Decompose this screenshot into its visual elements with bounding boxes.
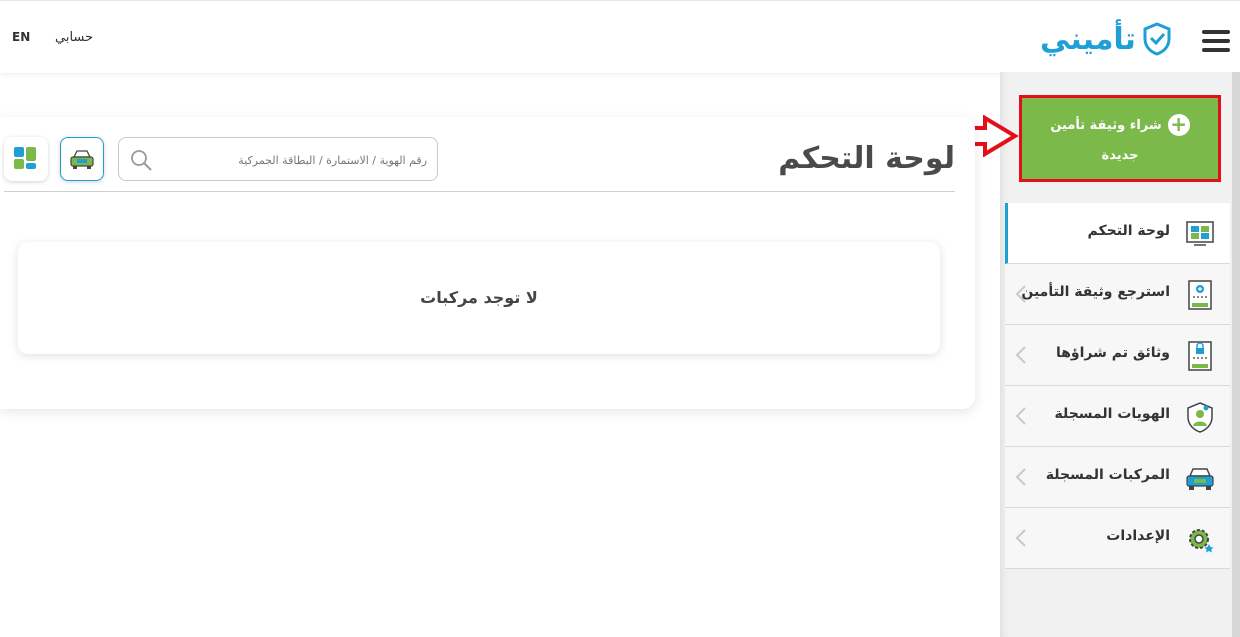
- sidebar-item-label: وثائق تم شراؤها: [1055, 345, 1170, 361]
- search-icon[interactable]: [129, 148, 153, 172]
- sidebar-item-retrieve-policy[interactable]: استرجع وثيقة التأمين: [1005, 264, 1230, 325]
- retrieve-document-icon: [1188, 280, 1212, 310]
- menu-hamburger-icon[interactable]: [1202, 30, 1230, 52]
- grid-icon: [14, 147, 36, 169]
- sidebar-item-label: استرجع وثيقة التأمين: [1021, 284, 1170, 300]
- sidebar-item-label: الإعدادات: [1106, 528, 1170, 544]
- my-account-link[interactable]: حسابي: [55, 30, 93, 45]
- gear-icon: [1189, 529, 1214, 553]
- sidebar-item-label: لوحة التحكم: [1087, 223, 1170, 239]
- chevron-left-icon: [1015, 468, 1026, 486]
- identity-shield-icon: [1187, 402, 1213, 433]
- sidebar-item-settings[interactable]: الإعدادات: [1005, 508, 1230, 569]
- top-bar: EN حسابي تأميني: [0, 0, 1240, 73]
- chevron-left-icon: [1015, 346, 1026, 364]
- buy-button-label-line1: شراء وثيقة تأمين: [1050, 117, 1162, 133]
- buy-new-policy-button[interactable]: + شراء وثيقة تأمين جديدة: [1019, 95, 1221, 182]
- vehicles-view-button[interactable]: [60, 137, 104, 181]
- logo-text: تأميني: [1040, 22, 1136, 57]
- chevron-left-icon: [1015, 407, 1026, 425]
- purchased-documents-icon: [1188, 341, 1212, 371]
- dashboard-card: لوحة التحكم لا توجد مركبات: [0, 117, 975, 409]
- app-logo[interactable]: تأميني: [1040, 19, 1172, 61]
- scroll-strip: [1232, 72, 1240, 637]
- car-icon: [1186, 468, 1214, 490]
- title-divider: [4, 191, 955, 192]
- empty-state-message: لا توجد مركبات: [420, 288, 538, 307]
- sidebar-item-purchased-policies[interactable]: وثائق تم شراؤها: [1005, 325, 1230, 386]
- plus-icon: +: [1167, 114, 1190, 136]
- chevron-left-icon: [1015, 529, 1026, 547]
- sidebar-item-registered-identities[interactable]: الهويات المسجلة: [1005, 386, 1230, 447]
- logo-shield-icon: [1143, 22, 1171, 56]
- sidebar-item-dashboard[interactable]: لوحة التحكم: [1005, 203, 1230, 264]
- car-icon: [70, 150, 94, 169]
- sidebar-item-label: المركبات المسجلة: [1045, 467, 1170, 483]
- grid-view-button[interactable]: [4, 137, 48, 181]
- search-box: [118, 137, 438, 182]
- search-input[interactable]: [163, 138, 429, 182]
- language-switch-link[interactable]: EN: [12, 30, 30, 44]
- buy-button-label-line2: جديدة: [1101, 148, 1139, 163]
- sidebar-item-registered-vehicles[interactable]: المركبات المسجلة: [1005, 447, 1230, 508]
- empty-vehicles-panel: لا توجد مركبات: [18, 242, 940, 354]
- sidebar-menu: لوحة التحكم استرجع وثيقة التأمين وثائق ت…: [1005, 203, 1230, 569]
- sidebar-item-label: الهويات المسجلة: [1054, 406, 1170, 422]
- dashboard-icon: [1186, 221, 1214, 246]
- page-title: لوحة التحكم: [778, 141, 955, 176]
